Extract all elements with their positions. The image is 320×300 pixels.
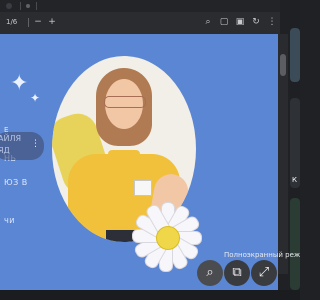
page-counter: 1/6 bbox=[6, 18, 18, 26]
copy-icon[interactable]: ▢ bbox=[218, 16, 230, 28]
bottom-bar bbox=[0, 290, 300, 300]
flower-center bbox=[156, 226, 180, 250]
open-in-new-icon[interactable]: ⧉ bbox=[224, 260, 250, 286]
tab-strip bbox=[0, 0, 280, 12]
zoom-out-button[interactable]: − bbox=[32, 16, 44, 28]
right-tools: ⌕ ▢ ▣ ↻ ⋮ bbox=[200, 14, 280, 32]
participant-tile[interactable] bbox=[290, 28, 300, 82]
participant-tile[interactable] bbox=[290, 198, 300, 290]
name-badge bbox=[134, 180, 152, 196]
fullscreen-icon[interactable]: ⤢ bbox=[251, 260, 277, 286]
sparkle-icon: ✦ bbox=[30, 91, 41, 105]
zoom-icon[interactable]: ⌕ bbox=[197, 260, 223, 286]
rotate-icon[interactable]: ↻ bbox=[250, 16, 262, 28]
tab-dot bbox=[26, 4, 30, 8]
glasses bbox=[104, 96, 146, 108]
tab-divider bbox=[36, 2, 37, 10]
speaker-overlay[interactable]: АЙЛЯ ЯД ⋮ bbox=[0, 132, 44, 160]
more-icon[interactable]: ⋮ bbox=[31, 138, 40, 150]
zoom-in-button[interactable]: + bbox=[46, 16, 58, 28]
scrollbar-thumb[interactable] bbox=[280, 54, 286, 76]
slide-text-line: ЧИ bbox=[4, 217, 16, 225]
sparkle-icon: ✦ bbox=[10, 71, 29, 96]
daisy-flower bbox=[132, 202, 202, 272]
more-icon[interactable]: ⋮ bbox=[266, 16, 278, 28]
browser-toolbar: 1/6 − + ⌕ ▢ ▣ ↻ ⋮ bbox=[0, 0, 280, 34]
tab-icon[interactable] bbox=[6, 3, 12, 9]
presentation-controls: ⌕ ⧉ ⤢ bbox=[197, 260, 279, 288]
present-icon[interactable]: ▣ bbox=[234, 16, 246, 28]
toolbar-divider bbox=[28, 18, 29, 27]
search-icon[interactable]: ⌕ bbox=[202, 16, 214, 28]
tab-divider bbox=[20, 2, 21, 10]
viewer-toolbar: 1/6 − + ⌕ ▢ ▣ ↻ ⋮ bbox=[0, 14, 280, 32]
participant-tile[interactable]: К bbox=[290, 98, 300, 188]
vertical-scrollbar[interactable] bbox=[278, 34, 288, 274]
collar bbox=[108, 150, 140, 164]
participant-initial: К bbox=[292, 176, 297, 184]
slide-text-line: ЮЗ В bbox=[4, 178, 28, 187]
